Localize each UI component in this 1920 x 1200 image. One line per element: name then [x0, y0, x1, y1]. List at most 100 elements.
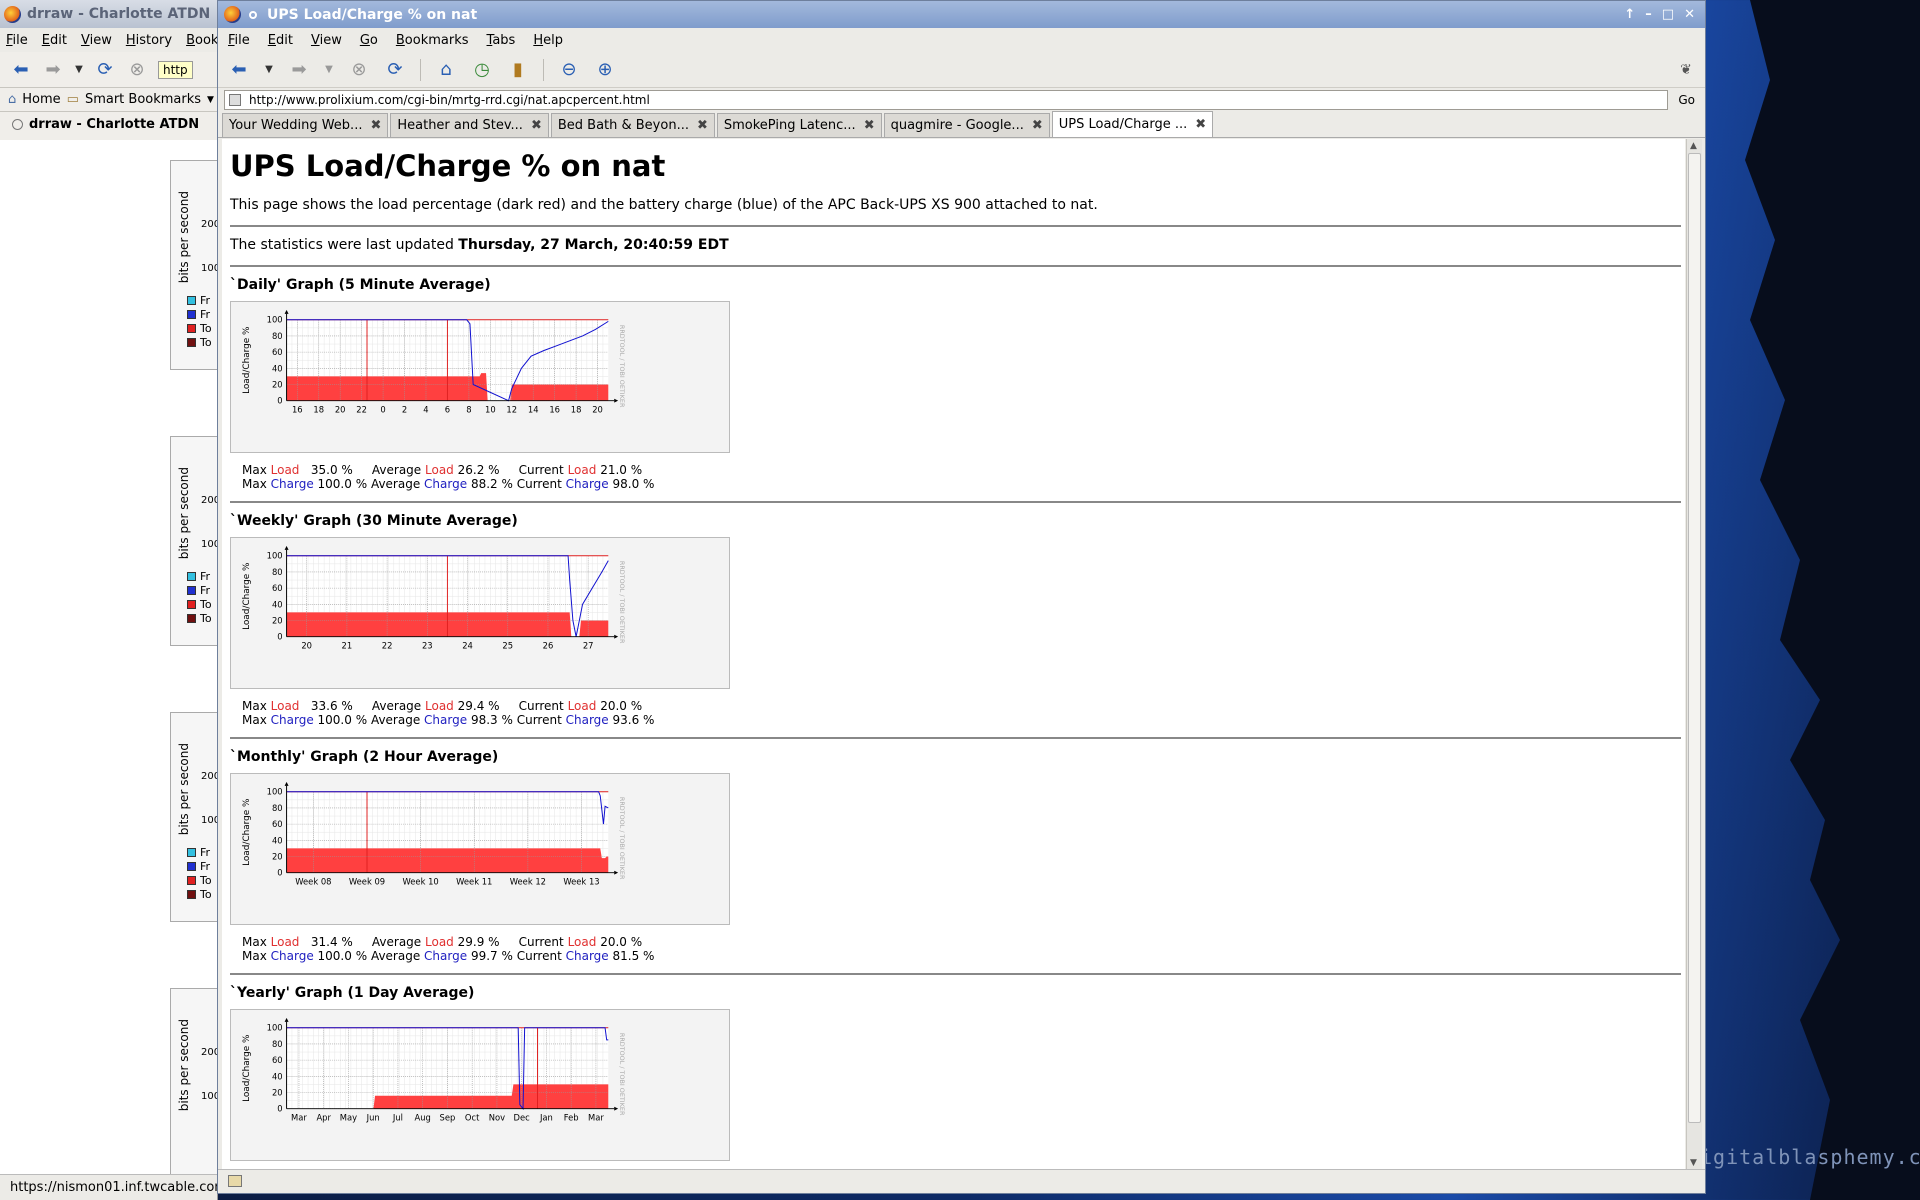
bg-graph-ylabel: bits per second: [177, 467, 191, 560]
max-load-value: 35.0 %: [310, 463, 353, 477]
bg-graph-tick: 100: [201, 815, 217, 826]
zoom-out-icon[interactable]: ⊖: [558, 59, 580, 81]
stat-word: Average: [370, 477, 421, 491]
stop-icon[interactable]: ⊗: [126, 59, 148, 81]
back-history-dropdown-icon[interactable]: ▼: [264, 59, 274, 81]
y-tick-label: 100: [267, 315, 283, 325]
x-tick-label: 20: [301, 641, 312, 651]
cur-charge-value: 93.6 %: [612, 713, 655, 727]
stat-word: Charge: [424, 477, 468, 491]
y-axis-arrow: [284, 545, 289, 550]
go-button[interactable]: Go: [1674, 93, 1699, 107]
scroll-up-icon[interactable]: ▲: [1690, 141, 1697, 151]
x-tick-label: 2: [402, 405, 407, 415]
history-icon[interactable]: ◷: [471, 59, 493, 81]
chevron-down-icon[interactable]: ▼: [207, 95, 214, 105]
bg-titlebar[interactable]: drraw - Charlotte ATDN: [0, 0, 217, 28]
bg-graph-4: bits per second 200 100: [170, 988, 217, 1198]
bg-menu-history[interactable]: History: [126, 33, 172, 48]
bookmark-home[interactable]: Home: [22, 92, 60, 107]
bg-menu-edit[interactable]: Edit: [42, 33, 67, 48]
y-axis-label: Load/Charge %: [242, 799, 252, 866]
scroll-down-icon[interactable]: ▼: [1690, 1158, 1697, 1168]
x-tick-label: 4: [423, 405, 428, 415]
forward-history-dropdown-icon[interactable]: ▼: [324, 59, 334, 81]
titlebar[interactable]: UPS Load/Charge % on nat ↑ – □ ✕: [218, 1, 1705, 28]
browser-window[interactable]: UPS Load/Charge % on nat ↑ – □ ✕ File Ed…: [217, 0, 1706, 1194]
bg-graph-tick: 100: [201, 1091, 217, 1102]
forward-icon[interactable]: ➡: [42, 59, 64, 81]
vertical-scrollbar[interactable]: ▲ ▼: [1686, 139, 1702, 1170]
x-tick-label: 21: [342, 641, 353, 651]
stat-word: Average: [371, 935, 422, 949]
bookmarks-icon[interactable]: ▮: [507, 59, 529, 81]
menu-view[interactable]: View: [311, 33, 342, 48]
history-dropdown-icon[interactable]: ▼: [74, 59, 84, 81]
menu-file[interactable]: File: [228, 33, 250, 48]
home-icon[interactable]: ⌂: [435, 59, 457, 81]
bg-menu-file[interactable]: File: [6, 33, 28, 48]
tab-close-icon[interactable]: ✖: [864, 118, 875, 133]
tab-close-icon[interactable]: ✖: [697, 118, 708, 133]
y-tick-label: 0: [277, 632, 282, 642]
stop-icon[interactable]: ⊗: [348, 59, 370, 81]
window-menu-icon[interactable]: [249, 10, 257, 19]
x-axis-arrow: [614, 870, 619, 875]
avg-charge-value: 99.7 %: [470, 949, 513, 963]
bg-url-field[interactable]: http: [158, 60, 193, 79]
menu-go[interactable]: Go: [360, 33, 378, 48]
x-tick-label: 14: [528, 405, 539, 415]
bg-tab[interactable]: drraw - Charlotte ATDN: [0, 112, 217, 136]
stat-word: Max: [242, 477, 267, 491]
bookmark-smart[interactable]: Smart Bookmarks: [85, 92, 201, 107]
close-button[interactable]: ✕: [1684, 7, 1695, 22]
background-browser-window[interactable]: drraw - Charlotte ATDN File Edit View Hi…: [0, 0, 218, 1200]
x-tick-label: Dec: [514, 1113, 531, 1123]
scrollbar-thumb[interactable]: [1688, 153, 1701, 1123]
x-tick-label: Apr: [316, 1113, 331, 1123]
last-updated: The statistics were last updated Thursda…: [230, 237, 1685, 253]
menu-bookmarks[interactable]: Bookmarks: [396, 33, 469, 48]
shade-button[interactable]: ↑: [1624, 7, 1635, 22]
tab-bedbath[interactable]: Bed Bath & Beyon... ✖: [550, 113, 715, 137]
tab-close-icon[interactable]: ✖: [1195, 117, 1206, 132]
x-tick-label: Nov: [489, 1113, 505, 1123]
tab-quagmire[interactable]: quagmire - Google... ✖: [883, 113, 1050, 137]
minimize-button[interactable]: –: [1645, 7, 1652, 22]
avg-charge-value: 98.3 %: [470, 713, 513, 727]
tab-wedding[interactable]: Your Wedding Web... ✖: [222, 113, 389, 137]
bg-menu-bookmarks[interactable]: Book: [186, 33, 217, 48]
forward-icon[interactable]: ➡: [288, 59, 310, 81]
bg-menu-view[interactable]: View: [81, 33, 112, 48]
tab-heather[interactable]: Heather and Stev... ✖: [390, 113, 549, 137]
x-tick-label: 8: [466, 405, 471, 415]
yearly-graph: Mar Apr May Jun Jul Aug Sep Oct Nov Dec Jan Feb Mar 0…: [230, 1009, 730, 1161]
load-area-series: [286, 848, 609, 873]
rrdtool-watermark: RRDTOOL / TOBI OETIKER: [618, 1033, 626, 1116]
tab-ups[interactable]: UPS Load/Charge ... ✖: [1051, 111, 1214, 137]
tab-close-icon[interactable]: ✖: [531, 118, 542, 133]
y-tick-label: 0: [277, 396, 282, 406]
reload-icon[interactable]: ⟳: [94, 59, 116, 81]
back-icon[interactable]: ⬅: [228, 59, 250, 81]
bg-legend-item: To: [187, 874, 212, 887]
maximize-button[interactable]: □: [1662, 7, 1674, 22]
tab-smokeping[interactable]: SmokePing Latenc... ✖: [716, 113, 882, 137]
back-icon[interactable]: ⬅: [10, 59, 32, 81]
x-tick-label: Jan: [539, 1113, 553, 1123]
menu-edit[interactable]: Edit: [268, 33, 293, 48]
menu-help[interactable]: Help: [533, 33, 563, 48]
stat-word: Charge: [270, 713, 314, 727]
zoom-in-icon[interactable]: ⊕: [594, 59, 616, 81]
tab-strip: Your Wedding Web... ✖ Heather and Stev...…: [218, 111, 1705, 138]
y-tick-label: 60: [272, 819, 283, 829]
stat-word: Current: [518, 463, 564, 477]
reload-icon[interactable]: ⟳: [384, 59, 406, 81]
desktop-watermark: igitalblasphemy.com: [1700, 1145, 1920, 1169]
tab-close-icon[interactable]: ✖: [1032, 118, 1043, 133]
url-field[interactable]: http://www.prolixium.com/cgi-bin/mrtg-rr…: [224, 90, 1669, 110]
y-tick-label: 60: [272, 1055, 283, 1065]
menu-tabs[interactable]: Tabs: [487, 33, 516, 48]
cur-charge-value: 98.0 %: [612, 477, 655, 491]
tab-close-icon[interactable]: ✖: [370, 118, 381, 133]
